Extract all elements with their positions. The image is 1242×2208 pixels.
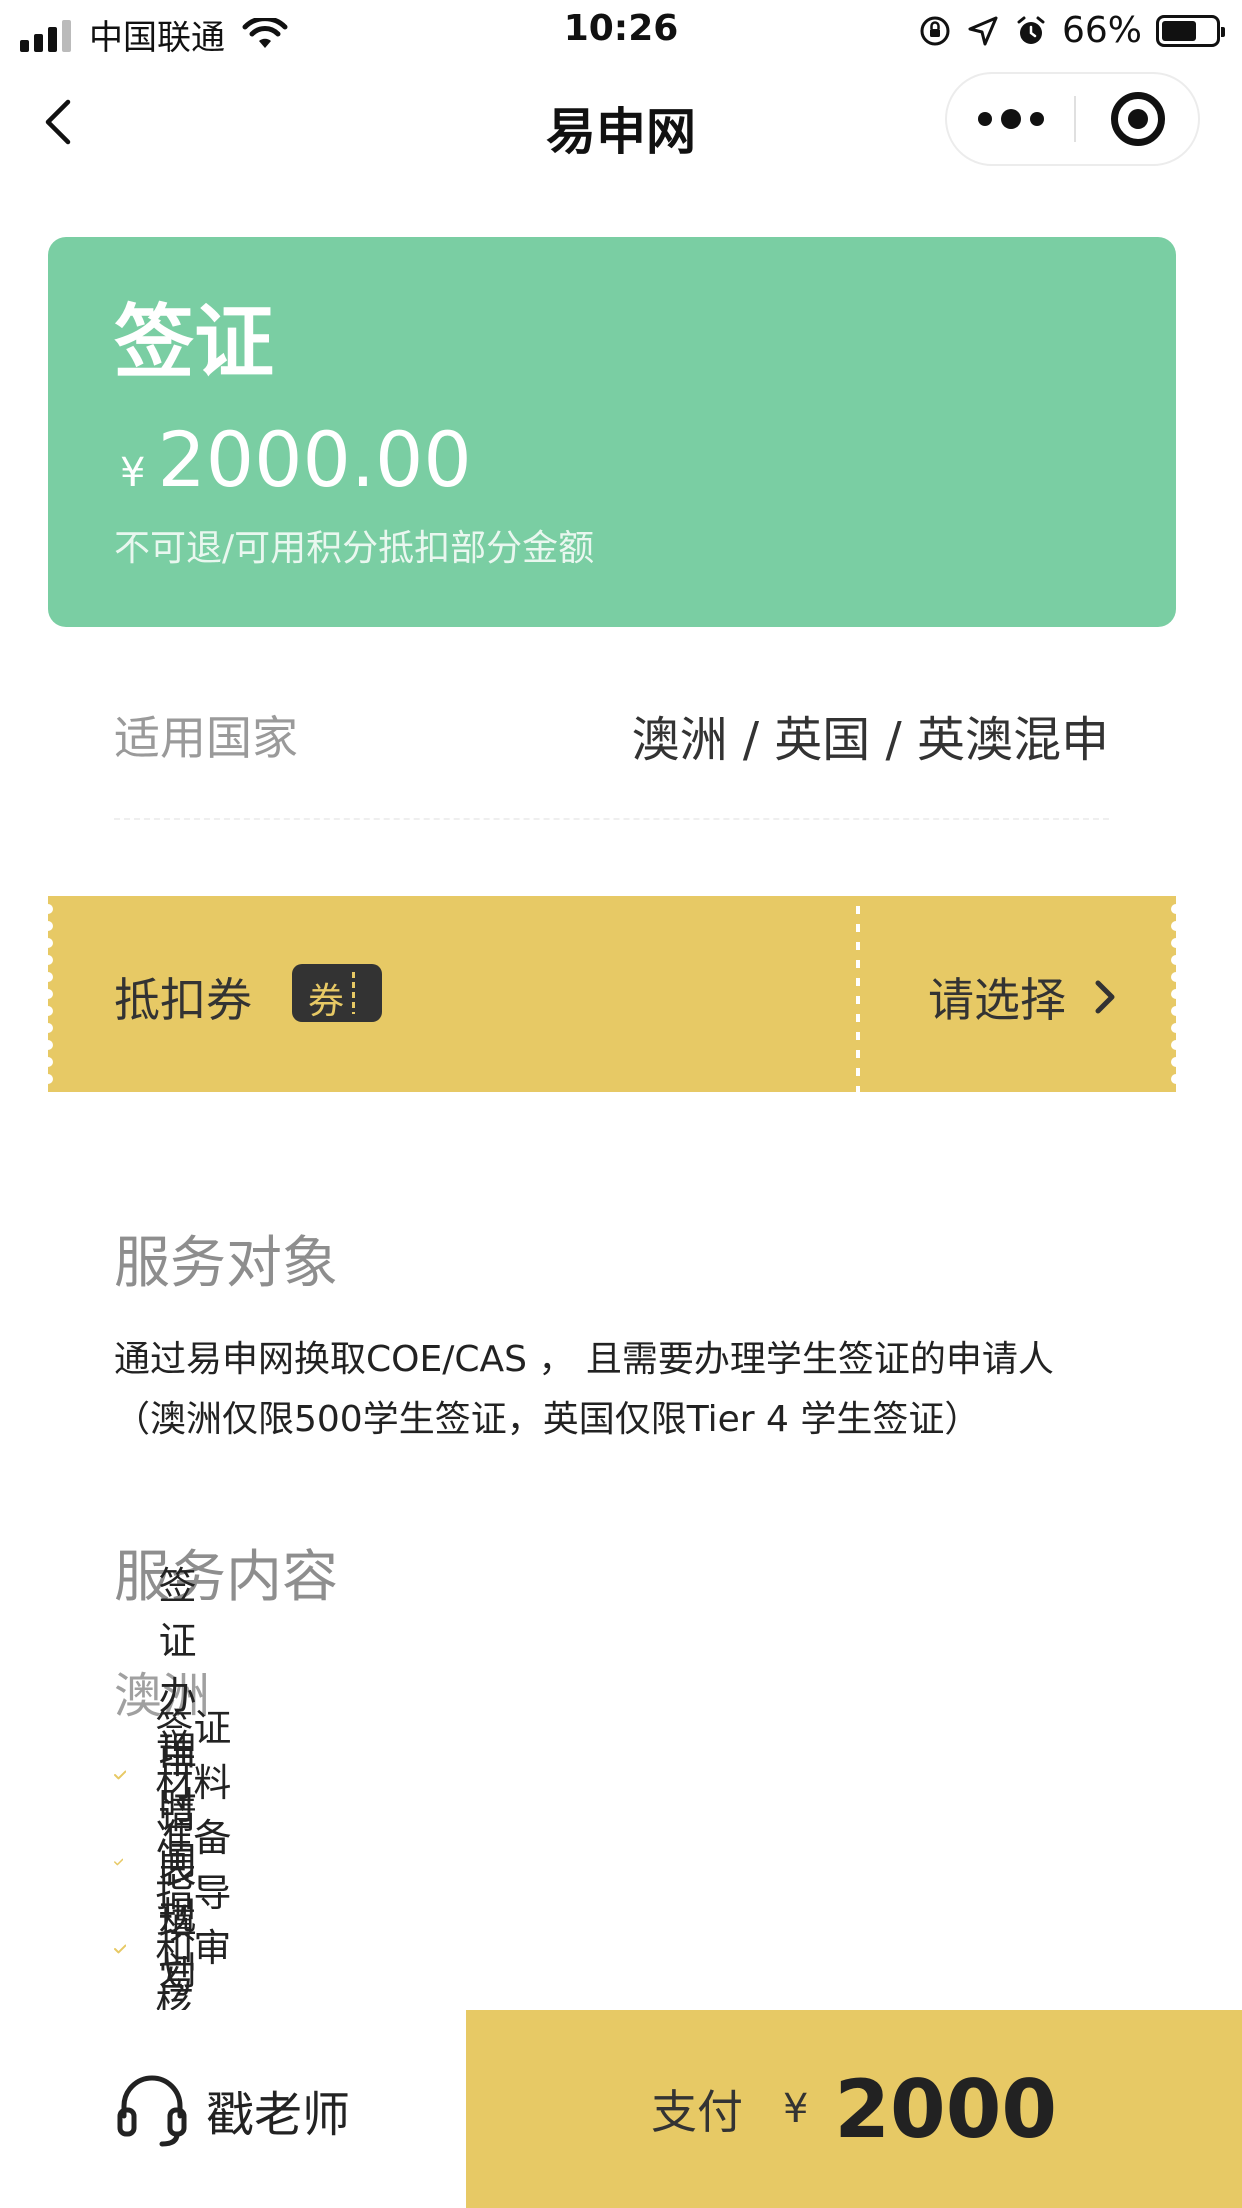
- coupon-select-text: 请选择: [928, 973, 1066, 1027]
- status-right: 66%: [918, 10, 1225, 51]
- pay-amount: 2000: [834, 2062, 1058, 2156]
- price-note: 不可退/可用积分抵扣部分金额: [114, 528, 595, 569]
- pay-label: 支付: [650, 2085, 743, 2139]
- audience-line-1: 通过易申网换取COE/CAS ， 且需要办理学生签证的申请人: [114, 1339, 1054, 1380]
- audience-description: 通过易申网换取COE/CAS ， 且需要办理学生签证的申请人 （澳洲仅限500学…: [114, 1330, 1134, 1450]
- orientation-lock-icon: [920, 16, 950, 45]
- page: 中国联通 10:26 66% 易申网 签证 ¥ 2000.00 不可退/可用积分…: [0, 0, 1242, 2208]
- bottom-action-bar: 戳老师 支付 ¥ 2000: [0, 2010, 1242, 2208]
- alarm-icon: [1017, 16, 1045, 44]
- price-amount: 2000.00: [157, 415, 472, 504]
- chevron-right-icon: [1095, 980, 1115, 1014]
- service-title: 签证: [114, 296, 274, 389]
- contact-teacher-button[interactable]: 戳老师: [112, 2070, 350, 2150]
- battery-fill: [1162, 20, 1197, 41]
- battery-percent: 66%: [1061, 10, 1142, 51]
- mini-program-capsule: [945, 72, 1200, 166]
- coupon-ticket-icon: 券: [292, 964, 382, 1022]
- teacher-name: 戳老师: [206, 2087, 351, 2143]
- coupon-label: 抵扣券: [114, 973, 252, 1027]
- applicable-countries-row: 适用国家 澳洲 / 英国 / 英澳混申: [114, 640, 1109, 820]
- check-icon: [114, 1770, 127, 1780]
- coupon-edge-notches-right: [1171, 896, 1181, 1092]
- location-icon: [968, 16, 998, 45]
- mini-program-close-icon[interactable]: [1076, 74, 1200, 164]
- countries-value: 澳洲 / 英国 / 英澳混申: [631, 712, 1109, 768]
- service-price-card: 签证 ¥ 2000.00 不可退/可用积分抵扣部分金额: [48, 237, 1176, 627]
- audience-line-2: （澳洲仅限500学生签证，英国仅限Tier 4 学生签证）: [114, 1399, 981, 1440]
- battery-icon: [1156, 14, 1225, 47]
- more-dots-icon[interactable]: [947, 74, 1074, 164]
- status-bar: 中国联通 10:26 66%: [0, 0, 1242, 62]
- nav-bar: 易申网: [0, 62, 1242, 182]
- coupon-tag-text: 券: [308, 981, 345, 1022]
- pay-currency: ¥: [782, 2086, 809, 2132]
- service-price: ¥ 2000.00: [120, 415, 472, 504]
- currency-symbol: ¥: [120, 450, 146, 496]
- pay-button[interactable]: 支付 ¥ 2000: [466, 2010, 1242, 2208]
- check-icon: [114, 1858, 124, 1866]
- list-item: 申请表填写和递交: [114, 1738, 234, 2167]
- coupon-select-action[interactable]: 请选择: [928, 964, 1120, 1030]
- coupon-edge-notches-left: [43, 896, 53, 1092]
- coupon-selector[interactable]: 抵扣券 券 请选择: [43, 896, 1181, 1092]
- countries-label: 适用国家: [114, 711, 298, 765]
- headset-icon: [117, 2075, 187, 2147]
- check-icon: [114, 1944, 127, 1954]
- audience-title: 服务对象: [114, 1231, 338, 1296]
